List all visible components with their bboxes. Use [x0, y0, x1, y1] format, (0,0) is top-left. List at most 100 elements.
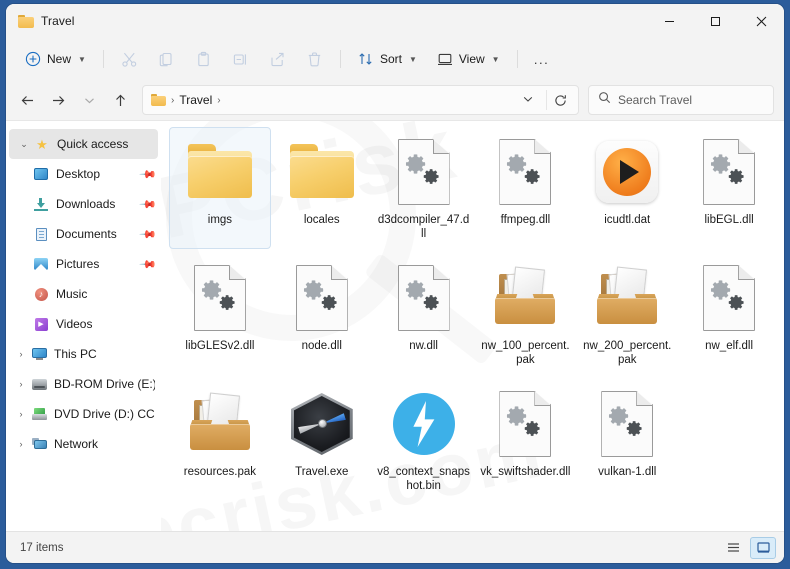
file-tile[interactable]: nw_200_percent.pak — [576, 253, 678, 375]
file-tile[interactable]: vk_swiftshader.dll — [475, 379, 577, 501]
file-icon-wrap — [590, 261, 664, 335]
file-tile[interactable]: nw.dll — [373, 253, 475, 375]
file-name-label: Travel.exe — [295, 466, 349, 478]
file-tile[interactable]: icudtl.dat — [576, 127, 678, 249]
dll-file-icon — [397, 265, 450, 331]
chevron-right-icon[interactable]: › — [12, 349, 30, 359]
forward-button[interactable] — [43, 86, 73, 114]
sidebar-item-label: Music — [56, 287, 88, 301]
file-name-label: nw_100_percent.pak — [481, 340, 570, 367]
file-name-label: node.dll — [301, 340, 342, 352]
pin-icon[interactable]: 📌 — [139, 195, 158, 213]
pin-icon[interactable]: 📌 — [139, 225, 158, 243]
sidebar-item-dvd-drive-d-cccc[interactable]: › DVD Drive (D:) CCCC — [6, 399, 161, 429]
file-name-label: nw.dll — [409, 340, 438, 352]
sidebar-item-bd-rom-drive-e-c[interactable]: › BD-ROM Drive (E:) C — [6, 369, 161, 399]
dll-file-icon — [703, 139, 756, 205]
file-icon-wrap — [285, 135, 359, 209]
sidebar-item-this-pc[interactable]: › This PC — [6, 339, 161, 369]
file-tile[interactable]: Travel.exe — [271, 379, 373, 501]
sidebar-item-network[interactable]: › Network — [6, 429, 161, 459]
breadcrumb[interactable]: › Travel › — [142, 85, 579, 115]
file-name-label: libGLESv2.dll — [185, 340, 255, 352]
window-title-group: Travel — [6, 14, 75, 28]
sidebar-item-videos[interactable]: ▶ Videos — [6, 309, 161, 339]
scissors-icon — [121, 51, 138, 68]
pictures-icon — [32, 258, 50, 270]
delete-button[interactable] — [297, 44, 332, 74]
paste-button[interactable] — [186, 44, 221, 74]
archive-file-icon — [188, 392, 252, 454]
file-icon-wrap — [488, 135, 562, 209]
sidebar-item-quick-access[interactable]: ⌄ ★ Quick access — [9, 129, 158, 159]
view-icon — [437, 51, 453, 67]
file-tile[interactable]: libEGL.dll — [678, 127, 780, 249]
file-tile[interactable]: vulkan-1.dll — [576, 379, 678, 501]
minimize-button[interactable] — [646, 4, 692, 38]
navigation-pane[interactable]: ⌄ ★ Quick access Desktop 📌 Downloads 📌 Document… — [6, 121, 161, 531]
chevron-right-icon[interactable]: › — [12, 409, 30, 419]
chevron-right-icon[interactable]: › — [12, 439, 30, 449]
new-button[interactable]: New ▼ — [16, 44, 95, 74]
file-tile[interactable]: nw_100_percent.pak — [475, 253, 577, 375]
file-name-label: vulkan-1.dll — [598, 466, 657, 478]
file-icon-wrap — [285, 261, 359, 335]
cut-button[interactable] — [112, 44, 147, 74]
star-icon: ★ — [36, 136, 48, 152]
file-tile[interactable]: nw_elf.dll — [678, 253, 780, 375]
sidebar-item-downloads[interactable]: Downloads 📌 — [6, 189, 161, 219]
copy-button[interactable] — [149, 44, 184, 74]
file-name-label: icudtl.dat — [604, 214, 651, 226]
sidebar-item-label: Desktop — [56, 167, 101, 181]
more-options-button[interactable]: ... — [526, 44, 558, 74]
sort-button-label: Sort — [379, 52, 402, 66]
maximize-button[interactable] — [692, 4, 738, 38]
file-explorer-window: Travel New ▼ Sort ▼ View ▼ ... › Travel … — [6, 4, 784, 563]
sidebar-item-label: BD-ROM Drive (E:) C — [54, 377, 155, 391]
chevron-right-icon[interactable]: › — [12, 379, 30, 389]
chevron-down-icon[interactable]: ⌄ — [15, 139, 33, 150]
share-button[interactable] — [260, 44, 295, 74]
back-button[interactable] — [12, 86, 42, 114]
file-tile[interactable]: locales — [271, 127, 373, 249]
folder-icon — [151, 94, 166, 106]
large-icons-view-button[interactable] — [750, 536, 776, 559]
sidebar-item-label: Pictures — [56, 257, 100, 271]
bin-file-icon — [392, 393, 455, 455]
chevron-down-icon: ▼ — [78, 54, 86, 64]
file-icon-wrap — [387, 387, 461, 461]
sidebar-item-label: This PC — [54, 347, 97, 361]
view-button[interactable]: View ▼ — [428, 44, 509, 74]
breadcrumb-item-travel[interactable]: Travel — [179, 93, 212, 107]
search-input[interactable]: Search Travel — [618, 93, 692, 107]
file-tile[interactable]: imgs — [169, 127, 271, 249]
details-view-button[interactable] — [720, 537, 746, 559]
sidebar-item-music[interactable]: ♪ Music — [6, 279, 161, 309]
pin-icon[interactable]: 📌 — [139, 165, 158, 183]
sidebar-item-pictures[interactable]: Pictures 📌 — [6, 249, 161, 279]
file-tile[interactable]: libGLESv2.dll — [169, 253, 271, 375]
sidebar-item-desktop[interactable]: Desktop 📌 — [6, 159, 161, 189]
rename-button[interactable] — [223, 44, 258, 74]
sidebar-item-documents[interactable]: Documents 📌 — [6, 219, 161, 249]
search-box[interactable]: Search Travel — [588, 85, 774, 115]
breadcrumb-separator-2[interactable]: › — [216, 95, 221, 106]
file-list-area[interactable]: imgs locales d3dcompiler_47.dll ffmpeg.dll i… — [161, 121, 784, 531]
refresh-button[interactable] — [546, 90, 574, 110]
sidebar-item-label: Documents — [56, 227, 117, 241]
file-tile[interactable]: resources.pak — [169, 379, 271, 501]
close-button[interactable] — [738, 4, 784, 38]
file-name-label: resources.pak — [183, 466, 257, 478]
sort-button[interactable]: Sort ▼ — [349, 44, 426, 74]
file-name-label: ffmpeg.dll — [500, 214, 551, 226]
up-button[interactable] — [105, 86, 135, 114]
file-tile[interactable]: node.dll — [271, 253, 373, 375]
recent-locations-button[interactable] — [74, 86, 104, 114]
file-tile[interactable]: ffmpeg.dll — [475, 127, 577, 249]
sidebar-item-label: DVD Drive (D:) CCCC — [54, 407, 155, 421]
address-dropdown-button[interactable] — [514, 93, 542, 108]
documents-icon — [32, 227, 50, 241]
file-tile[interactable]: d3dcompiler_47.dll — [373, 127, 475, 249]
file-tile[interactable]: v8_context_snapshot.bin — [373, 379, 475, 501]
pin-icon[interactable]: 📌 — [139, 255, 158, 273]
